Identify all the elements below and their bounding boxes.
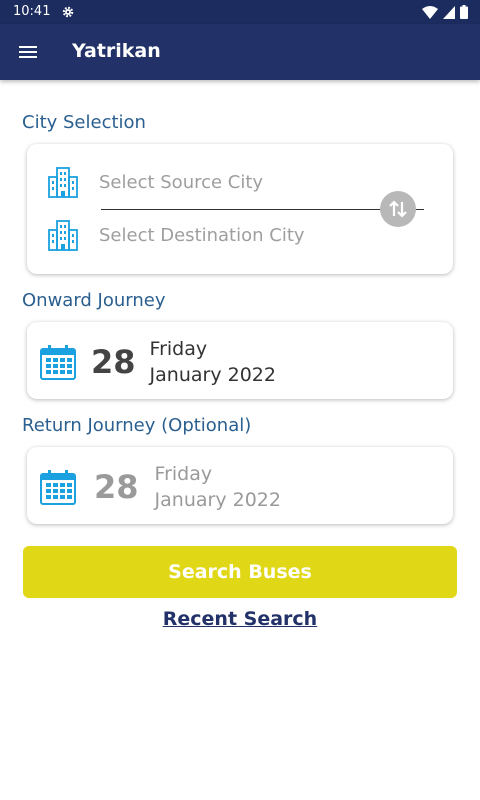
city-selection-label: City Selection xyxy=(22,112,146,133)
search-buses-button[interactable]: Search Buses xyxy=(23,546,457,598)
return-date-card[interactable]: 28 Friday January 2022 xyxy=(27,447,453,524)
wifi-icon xyxy=(422,5,438,19)
signal-icon xyxy=(443,5,455,19)
swap-arrows-icon xyxy=(389,200,407,218)
building-icon xyxy=(48,220,78,251)
hamburger-menu-icon[interactable] xyxy=(16,40,40,64)
building-icon xyxy=(48,167,78,198)
swap-cities-button[interactable] xyxy=(380,191,416,227)
settings-gear-icon xyxy=(62,6,74,18)
calendar-icon xyxy=(40,470,76,505)
onward-weekday: Friday xyxy=(149,338,208,360)
city-divider xyxy=(101,209,424,210)
onward-day-number: 28 xyxy=(91,343,136,381)
recent-search-link[interactable]: Recent Search xyxy=(0,608,480,630)
onward-date-card[interactable]: 28 Friday January 2022 xyxy=(27,322,453,399)
onward-month-year: January 2022 xyxy=(149,364,276,386)
status-time: 10:41 xyxy=(13,4,51,19)
source-city-field[interactable]: Select Source City xyxy=(47,165,263,199)
destination-city-placeholder: Select Destination City xyxy=(99,224,305,246)
calendar-icon xyxy=(40,345,76,380)
return-month-year: January 2022 xyxy=(154,489,281,511)
return-weekday: Friday xyxy=(154,463,213,485)
status-icons xyxy=(422,5,468,19)
status-bar: 10:41 xyxy=(0,0,480,24)
return-day-number: 28 xyxy=(94,468,139,506)
battery-icon xyxy=(460,5,468,19)
onward-journey-label: Onward Journey xyxy=(22,290,166,311)
source-city-placeholder: Select Source City xyxy=(99,171,264,193)
destination-city-field[interactable]: Select Destination City xyxy=(47,218,305,252)
app-title: Yatrikan xyxy=(72,40,161,62)
return-journey-label: Return Journey (Optional) xyxy=(22,415,252,436)
app-bar: Yatrikan xyxy=(0,24,480,80)
city-selection-card: Select Source City Select Destination Ci… xyxy=(27,144,453,274)
